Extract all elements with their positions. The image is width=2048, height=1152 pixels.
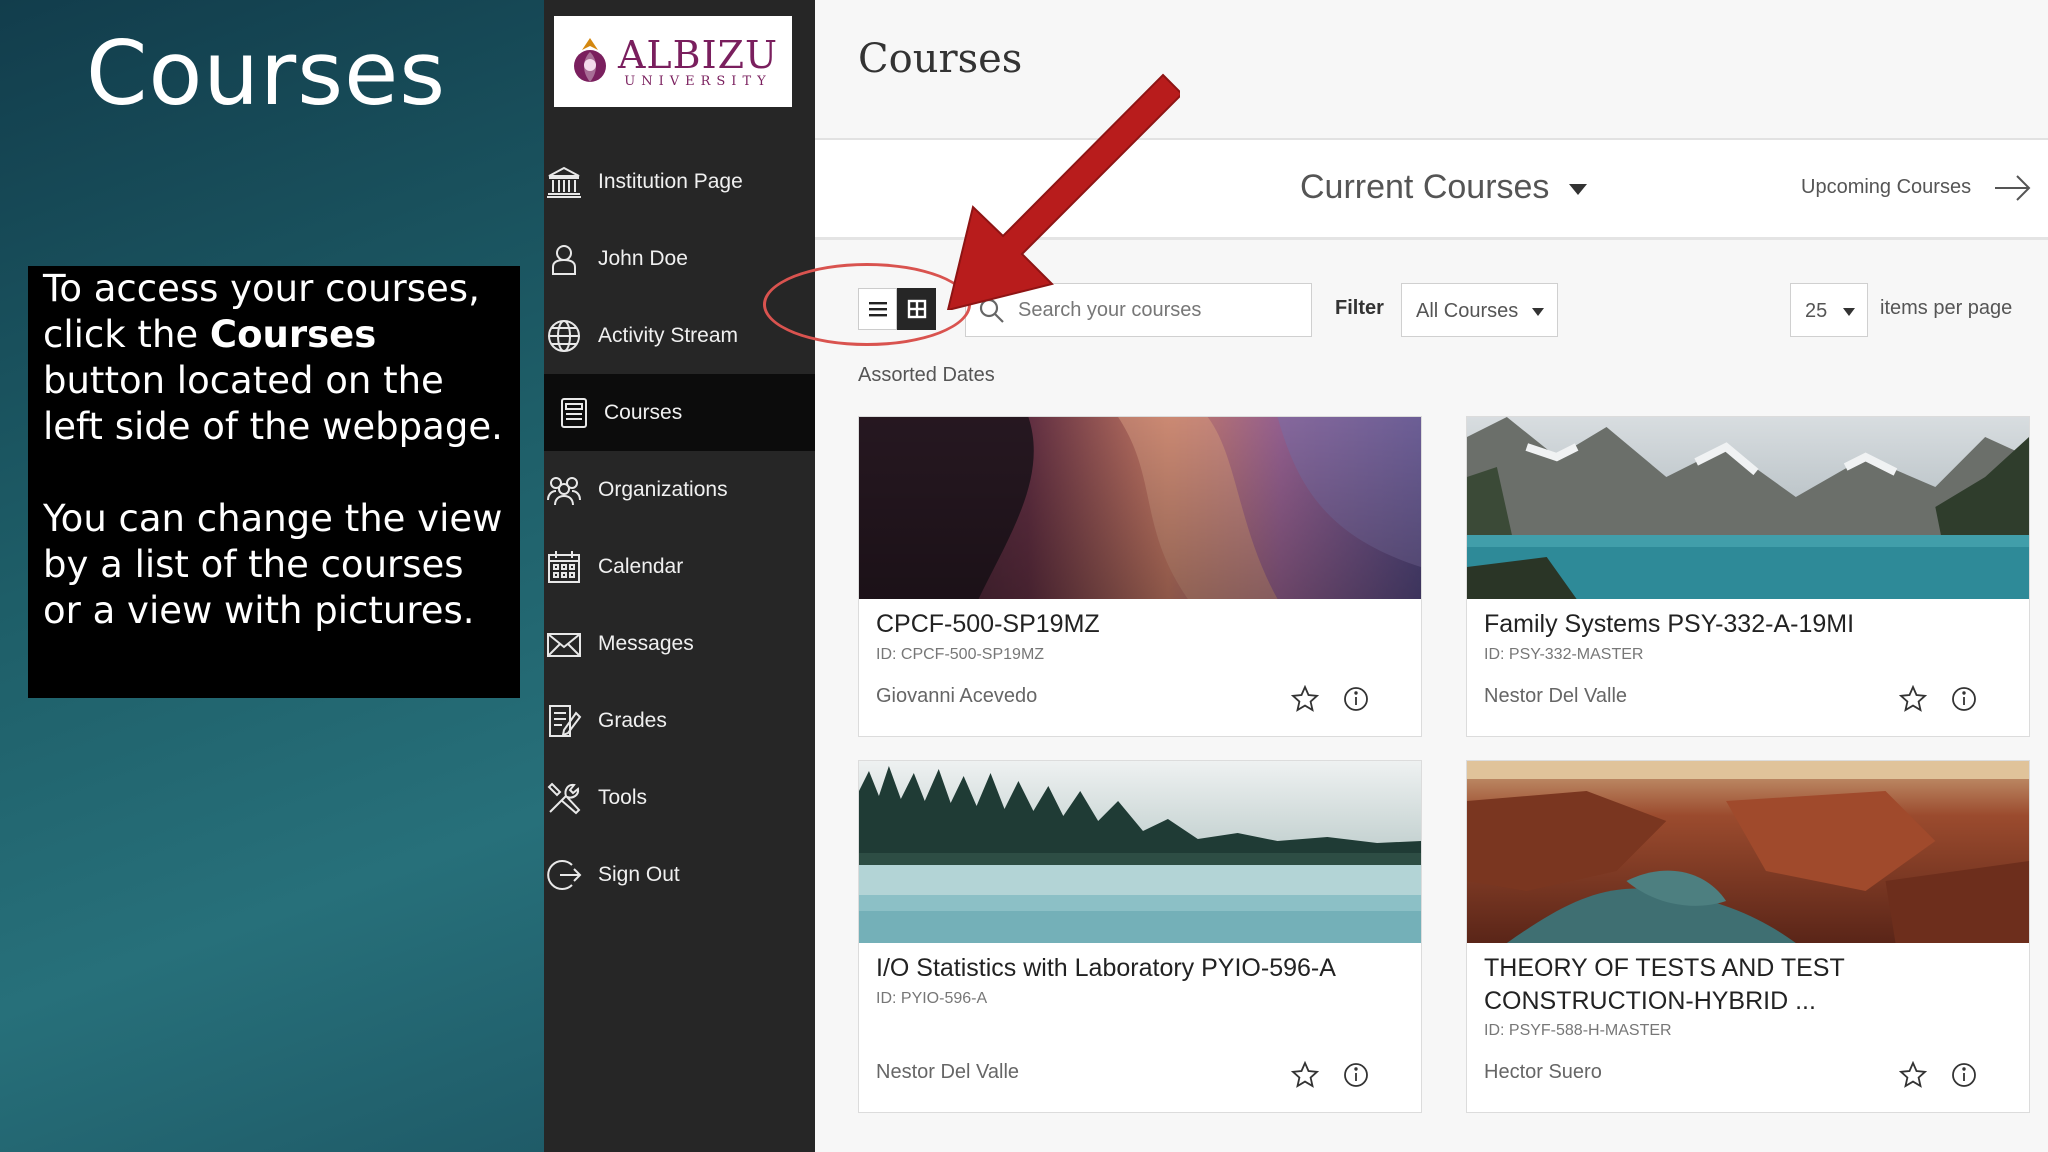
course-title[interactable]: I/O Statistics with Laboratory PYIO-596-…: [876, 952, 1396, 985]
course-card[interactable]: I/O Statistics with Laboratory PYIO-596-…: [858, 760, 1422, 1113]
sidebar-item-courses[interactable]: Courses: [544, 374, 815, 451]
sidebar-item-calendar[interactable]: Calendar: [544, 528, 815, 605]
course-thumbnail: [859, 761, 1421, 943]
search-box: [965, 283, 1312, 337]
term-selector[interactable]: Current Courses: [1300, 168, 1549, 207]
sidebar-item-messages[interactable]: Messages: [544, 605, 815, 682]
sidebar-item-institution-page[interactable]: Institution Page: [544, 143, 815, 220]
filter-value: All Courses: [1416, 300, 1519, 322]
upcoming-courses-link[interactable]: Upcoming Courses: [1801, 176, 1971, 199]
star-icon[interactable]: [1899, 1061, 1927, 1089]
globe-icon: [548, 320, 580, 352]
sidebar-item-grades[interactable]: Grades: [544, 682, 815, 759]
course-id: ID: PSYF-588-H-MASTER: [1484, 1022, 1672, 1039]
course-toolbar: Filter All Courses 25 items per page: [815, 280, 2048, 340]
info-icon[interactable]: [1342, 685, 1370, 713]
filter-dropdown[interactable]: All Courses: [1401, 283, 1558, 337]
arrow-right-icon[interactable]: [1993, 170, 2033, 206]
sidebar-item-label: Calendar: [598, 554, 684, 578]
course-title[interactable]: THEORY OF TESTS AND TEST CONSTRUCTION-HY…: [1484, 952, 2004, 1018]
slide-title: Courses: [86, 22, 447, 125]
sidebar-item-tools[interactable]: Tools: [544, 759, 815, 836]
course-title[interactable]: Family Systems PSY-332-A-19MI: [1484, 608, 2004, 641]
sidebar-item-organizations[interactable]: Organizations: [544, 451, 815, 528]
search-icon: [979, 298, 1004, 323]
course-id: ID: PYIO-596-A: [876, 990, 988, 1007]
star-icon[interactable]: [1899, 685, 1927, 713]
albizu-logo-icon: [573, 37, 606, 82]
course-card[interactable]: Family Systems PSY-332-A-19MI ID: PSY-33…: [1466, 416, 2030, 737]
main-content: Courses Current Courses Upcoming Courses: [815, 0, 2048, 1152]
sidebar-item-label: Tools: [598, 785, 648, 809]
course-title[interactable]: CPCF-500-SP19MZ: [876, 608, 1396, 641]
organizations-icon: [547, 477, 581, 506]
sidebar-item-label: Courses: [604, 400, 683, 424]
chevron-down-icon: [1532, 308, 1544, 316]
course-card[interactable]: CPCF-500-SP19MZ ID: CPCF-500-SP19MZ Giov…: [858, 416, 1422, 737]
instruction-box: To access your courses, click the Course…: [28, 266, 520, 698]
course-id: ID: PSY-332-MASTER: [1484, 646, 1644, 663]
course-instructor: Nestor Del Valle: [1484, 685, 1628, 707]
calendar-icon: [548, 551, 580, 583]
university-logo[interactable]: ALBIZU UNIVERSITY: [554, 16, 792, 107]
sidebar-item-label: Messages: [598, 631, 694, 655]
sidebar-item-label: Grades: [598, 708, 667, 732]
date-group-heading: Assorted Dates: [858, 364, 995, 386]
logo-subtitle: UNIVERSITY: [624, 73, 772, 89]
sidebar-item-label: Organizations: [598, 477, 728, 501]
star-icon[interactable]: [1291, 685, 1319, 713]
info-icon[interactable]: [1950, 685, 1978, 713]
chevron-down-icon[interactable]: [1569, 184, 1587, 195]
star-icon[interactable]: [1291, 1061, 1319, 1089]
sidebar-item-label: John Doe: [598, 246, 688, 270]
user-icon: [552, 245, 576, 275]
course-id: ID: CPCF-500-SP19MZ: [876, 646, 1045, 663]
term-bar: Current Courses Upcoming Courses: [815, 140, 2048, 240]
logo-name: ALBIZU: [617, 32, 779, 77]
institution-icon: [547, 166, 581, 198]
items-per-page-label: items per page: [1880, 297, 2013, 319]
envelope-icon: [547, 633, 581, 657]
annotation-circle: [763, 263, 971, 346]
search-input[interactable]: [1018, 292, 1303, 328]
grades-icon: [549, 705, 582, 737]
chevron-down-icon: [1843, 308, 1855, 316]
info-icon[interactable]: [1342, 1061, 1370, 1089]
tools-icon: [547, 782, 581, 815]
course-thumbnail: [1467, 761, 2029, 943]
course-thumbnail: [1467, 417, 2029, 599]
course-card[interactable]: THEORY OF TESTS AND TEST CONSTRUCTION-HY…: [1466, 760, 2030, 1113]
course-thumbnail: [859, 417, 1421, 599]
filter-label: Filter: [1335, 297, 1384, 319]
sidebar-item-label: Sign Out: [598, 862, 680, 886]
course-instructor: Hector Suero: [1484, 1061, 1602, 1083]
sidebar-nav: Institution Page John Doe Activity Strea…: [544, 143, 815, 913]
sidebar-item-label: Institution Page: [598, 169, 743, 193]
sidebar-item-label: Activity Stream: [598, 323, 739, 347]
course-instructor: Giovanni Acevedo: [876, 685, 1038, 707]
items-per-page-dropdown[interactable]: 25: [1790, 283, 1868, 337]
sign-out-icon: [547, 860, 582, 890]
info-icon[interactable]: [1950, 1061, 1978, 1089]
instruction-paragraph-1: To access your courses, click the Course…: [43, 267, 503, 448]
page-title: Courses: [858, 36, 1023, 82]
course-instructor: Nestor Del Valle: [876, 1061, 1020, 1083]
courses-icon: [561, 398, 587, 428]
sidebar: ALBIZU UNIVERSITY Institution Page John …: [544, 0, 815, 1152]
items-per-page-value: 25: [1805, 300, 1828, 322]
instruction-paragraph-2: You can change the view by a list of the…: [43, 497, 503, 632]
instruction-courses-emphasis: Courses: [209, 313, 377, 356]
sidebar-item-sign-out[interactable]: Sign Out: [544, 836, 815, 913]
